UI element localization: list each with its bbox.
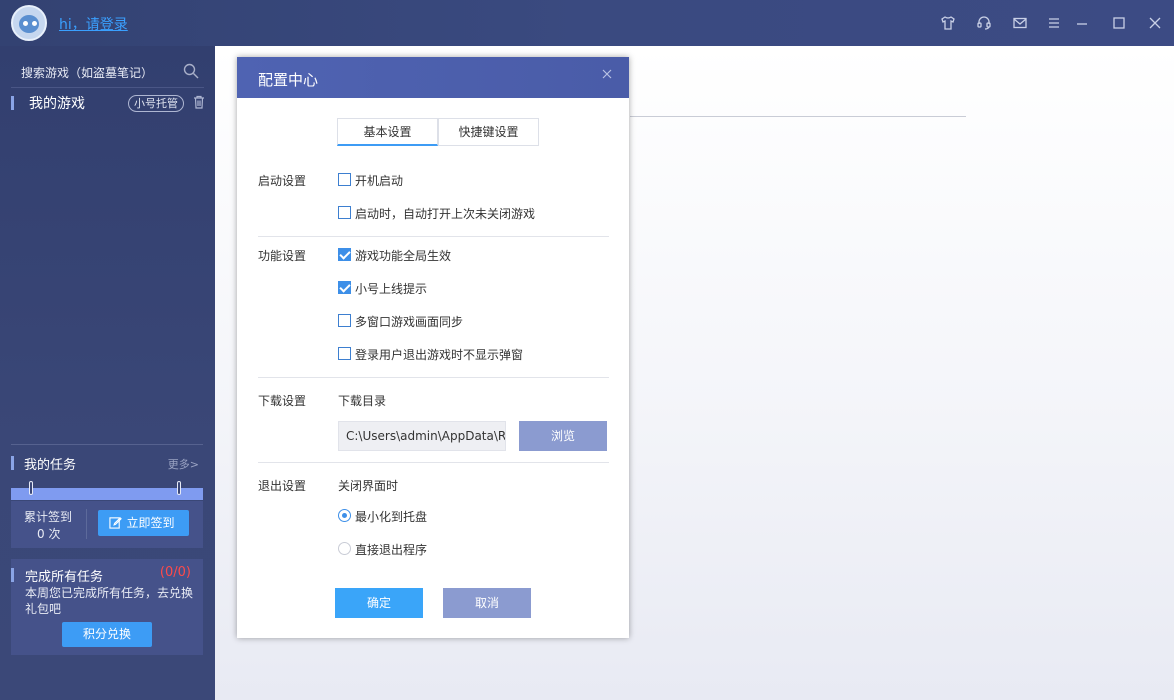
global-features-label: 游戏功能全局生效 — [355, 249, 452, 263]
section-marker — [11, 456, 14, 470]
checkin-panel: 累计签到 0 次 立即签到 — [11, 501, 203, 548]
download-section-label: 下载设置 — [258, 394, 307, 408]
tab-basic-settings[interactable]: 基本设置 — [337, 118, 438, 146]
divider — [630, 116, 966, 117]
all-tasks-panel: 完成所有任务 (0/0) 本周您已完成所有任务，去兑换礼包吧 积分兑换 — [11, 559, 203, 655]
avatar[interactable] — [11, 5, 47, 41]
tshirt-icon[interactable] — [938, 13, 958, 33]
my-tasks-header: 我的任务 更多> — [11, 454, 203, 473]
section-marker — [11, 96, 14, 110]
section-marker — [11, 568, 14, 582]
divider — [258, 462, 609, 463]
sidebar: 搜索游戏（如盗墓笔记） 我的游戏 小号托管 我的任务 更多> 累计签到 0 次 … — [0, 46, 215, 700]
divider — [258, 236, 609, 237]
browse-button[interactable]: 浏览 — [519, 421, 607, 451]
minimize-to-tray-option[interactable]: 最小化到托盘 — [338, 508, 538, 524]
exit-program-option[interactable]: 直接退出程序 — [338, 541, 538, 557]
ok-button[interactable]: 确定 — [335, 588, 423, 618]
mascot-eye-right — [32, 21, 37, 26]
mail-icon[interactable] — [1010, 13, 1030, 33]
my-games-label[interactable]: 我的游戏 — [29, 93, 85, 113]
no-exit-popup-label: 登录用户退出游戏时不显示弹窗 — [355, 348, 524, 362]
features-section-label: 功能设置 — [258, 249, 307, 263]
startup-on-boot-label: 开机启动 — [355, 174, 404, 188]
startup-on-boot-option[interactable]: 开机启动 — [338, 172, 538, 188]
checkin-count: 0 次 — [37, 527, 61, 541]
checkin-label: 累计签到 — [24, 510, 73, 524]
minimize-to-tray-radio[interactable] — [338, 509, 351, 522]
cancel-button[interactable]: 取消 — [443, 588, 531, 618]
all-tasks-count: (0/0) — [159, 565, 191, 580]
tab-bar: 基本设置 快捷键设置 — [337, 118, 540, 146]
divider — [258, 377, 609, 378]
global-features-checkbox[interactable] — [338, 248, 351, 261]
divider — [11, 444, 203, 445]
alt-online-alert-option[interactable]: 小号上线提示 — [338, 280, 538, 296]
tab-shortcut-settings[interactable]: 快捷键设置 — [438, 118, 539, 146]
headset-icon[interactable] — [974, 13, 994, 33]
maximize-icon[interactable] — [1109, 13, 1129, 33]
login-link[interactable]: hi，请登录 — [59, 14, 128, 34]
global-features-option[interactable]: 游戏功能全局生效 — [338, 247, 538, 263]
more-tasks-link[interactable]: 更多> — [168, 456, 199, 472]
divider — [86, 509, 87, 539]
all-tasks-desc: 本周您已完成所有任务，去兑换礼包吧 — [25, 586, 194, 616]
multiwindow-sync-checkbox[interactable] — [338, 314, 351, 327]
checkin-button[interactable]: 立即签到 — [98, 510, 189, 536]
alt-online-alert-label: 小号上线提示 — [355, 282, 428, 296]
minimize-to-tray-label: 最小化到托盘 — [355, 510, 428, 524]
exit-program-radio[interactable] — [338, 542, 351, 555]
points-exchange-button[interactable]: 积分兑换 — [62, 622, 152, 647]
close-behavior-label: 关闭界面时 — [338, 479, 399, 493]
checkin-button-label: 立即签到 — [126, 516, 175, 530]
mascot-eye-left — [23, 21, 28, 26]
reopen-games-option[interactable]: 启动时，自动打开上次未关闭游戏 — [338, 205, 598, 221]
multiwindow-sync-label: 多窗口游戏画面同步 — [355, 315, 464, 329]
close-icon[interactable] — [1145, 13, 1165, 33]
all-tasks-title: 完成所有任务 — [25, 570, 104, 585]
my-tasks-label: 我的任务 — [24, 458, 77, 473]
download-dir-label: 下载目录 — [338, 394, 387, 408]
search-box[interactable]: 搜索游戏（如盗墓笔记） — [11, 56, 204, 88]
no-exit-popup-checkbox[interactable] — [338, 347, 351, 360]
alt-online-alert-checkbox[interactable] — [338, 281, 351, 294]
trash-icon[interactable] — [191, 94, 207, 110]
startup-on-boot-checkbox[interactable] — [338, 173, 351, 186]
progress-tick — [29, 481, 33, 495]
reopen-games-label: 启动时，自动打开上次未关闭游戏 — [355, 207, 536, 221]
exit-section-label: 退出设置 — [258, 479, 307, 493]
minimize-icon[interactable] — [1072, 13, 1092, 33]
exit-program-label: 直接退出程序 — [355, 543, 428, 557]
edit-icon — [109, 517, 122, 529]
checkin-progress-bar — [11, 481, 203, 500]
search-icon[interactable] — [182, 62, 200, 80]
reopen-games-checkbox[interactable] — [338, 206, 351, 219]
download-path-input[interactable]: C:\Users\admin\AppData\R — [338, 421, 506, 451]
my-games-section: 我的游戏 小号托管 — [11, 93, 208, 115]
dialog-title: 配置中心 — [258, 71, 319, 89]
no-exit-popup-option[interactable]: 登录用户退出游戏时不显示弹窗 — [338, 346, 578, 362]
search-input[interactable]: 搜索游戏（如盗墓笔记） — [21, 64, 153, 81]
title-bar: hi，请登录 — [0, 0, 1174, 46]
multiwindow-sync-option[interactable]: 多窗口游戏画面同步 — [338, 313, 538, 329]
startup-section-label: 启动设置 — [258, 174, 307, 188]
close-icon[interactable] — [600, 67, 614, 81]
alt-account-button[interactable]: 小号托管 — [128, 95, 184, 112]
menu-icon[interactable] — [1044, 13, 1064, 33]
settings-dialog: 配置中心 基本设置 快捷键设置 启动设置 开机启动 启动时，自动打开上次未关闭游… — [237, 57, 629, 638]
dialog-header: 配置中心 — [237, 57, 629, 98]
progress-tick — [177, 481, 181, 495]
